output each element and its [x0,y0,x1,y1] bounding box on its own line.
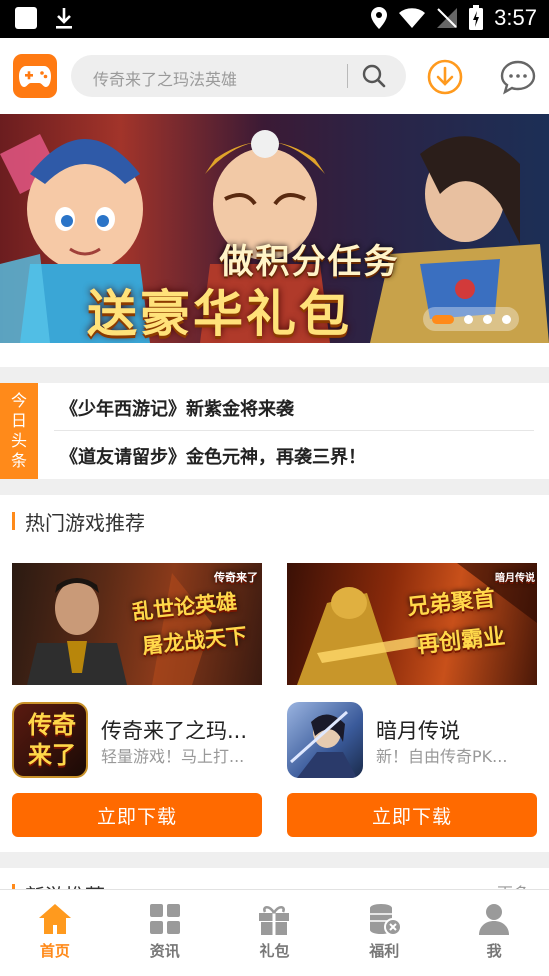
nav-label: 资讯 [149,942,180,960]
download-manager-icon[interactable] [426,58,464,96]
cover-badge: 传奇来了 [214,571,258,584]
headline-tag-label: 今日头条 [10,391,27,470]
wifi-icon [399,8,426,28]
banner-dot [463,314,473,324]
download-notification-icon [56,8,72,29]
nav-label: 我 [486,942,502,960]
top-bar: 传奇来了之玛法英雄 [0,38,549,114]
game-name[interactable]: 传奇来了之玛... [101,715,262,745]
headlines-panel: 今日头条 《少年西游记》新紫金将来袭 《道友请留步》金色元神，再袭三界！ [0,383,549,479]
status-time: 3:57 [494,5,537,30]
game-icon-art [290,710,357,778]
search-bar[interactable]: 传奇来了之玛法英雄 [71,55,406,97]
headline-item[interactable]: 《道友请留步》金色元神，再袭三界！ [60,443,366,469]
download-button[interactable]: 立即下载 [287,793,537,837]
banner-indicator [423,307,519,331]
promo-banner[interactable]: 做积分任务 送豪华礼包 [0,114,549,343]
message-icon[interactable] [499,58,537,96]
game-card[interactable]: 乱世论英雄 屠龙战天下 传奇来了 传奇来了 传奇来了之玛... 轻量游戏！马上打… [12,563,262,839]
nav-item-news[interactable]: 资讯 [110,890,220,976]
search-divider [347,64,348,88]
game-cover-image[interactable]: 兄弟聚首 再创霸业 暗月传说 [287,563,537,685]
banner-dot [501,314,511,324]
headline-item[interactable]: 《少年西游记》新紫金将来袭 [60,395,294,421]
bottom-nav: 首页 资讯 礼包 福利 我 [0,889,549,976]
nav-item-me[interactable]: 我 [439,890,549,976]
hot-games-header: 热门游戏推荐 [12,507,145,535]
user-icon [479,904,510,935]
gamepad-icon [19,66,51,87]
search-icon[interactable] [359,61,389,91]
download-button[interactable]: 立即下载 [12,793,262,837]
nav-label: 礼包 [259,942,290,960]
nav-item-gifts[interactable]: 礼包 [220,890,330,976]
nav-item-welfare[interactable]: 福利 [329,890,439,976]
notification-square-icon [15,7,37,29]
game-cover-image[interactable]: 乱世论英雄 屠龙战天下 传奇来了 [12,563,262,685]
banner-dot [482,314,492,324]
coins-icon [370,904,403,936]
headline-divider [54,430,534,431]
battery-charging-icon [469,5,484,30]
nav-label: 福利 [369,942,400,960]
game-card[interactable]: 兄弟聚首 再创霸业 暗月传说 暗月传说 新！自由传奇PK... 立即下载 [287,563,537,839]
gift-icon [259,905,290,935]
search-input[interactable]: 传奇来了之玛法英雄 [93,66,237,90]
section-title: 热门游戏推荐 [25,510,145,535]
status-bar: 3:57 [0,0,549,38]
game-icon-text: 传奇来了 [28,711,76,769]
game-icon[interactable] [287,702,363,778]
home-icon [38,904,71,934]
game-icon[interactable]: 传奇来了 [12,702,88,778]
location-icon [371,7,388,29]
nav-label: 首页 [39,942,70,960]
app-logo[interactable] [13,54,57,98]
app-screen: 3:57 传奇来了之玛法英雄 做积分任务 送豪华礼包 今日头条 《少年西游记》新… [0,0,549,976]
game-desc: 轻量游戏！马上打... [101,747,245,766]
grid-icon [149,904,180,934]
headline-tag: 今日头条 [0,383,38,479]
section-accent-bar [12,512,15,530]
section-divider [0,479,549,495]
banner-dot [431,314,454,324]
no-signal-icon [437,8,458,28]
section-divider [0,367,549,383]
game-name[interactable]: 暗月传说 [376,715,537,745]
section-divider [0,852,549,868]
cover-badge: 暗月传说 [495,573,535,584]
game-desc: 新！自由传奇PK... [376,747,508,766]
nav-item-home[interactable]: 首页 [0,890,110,976]
